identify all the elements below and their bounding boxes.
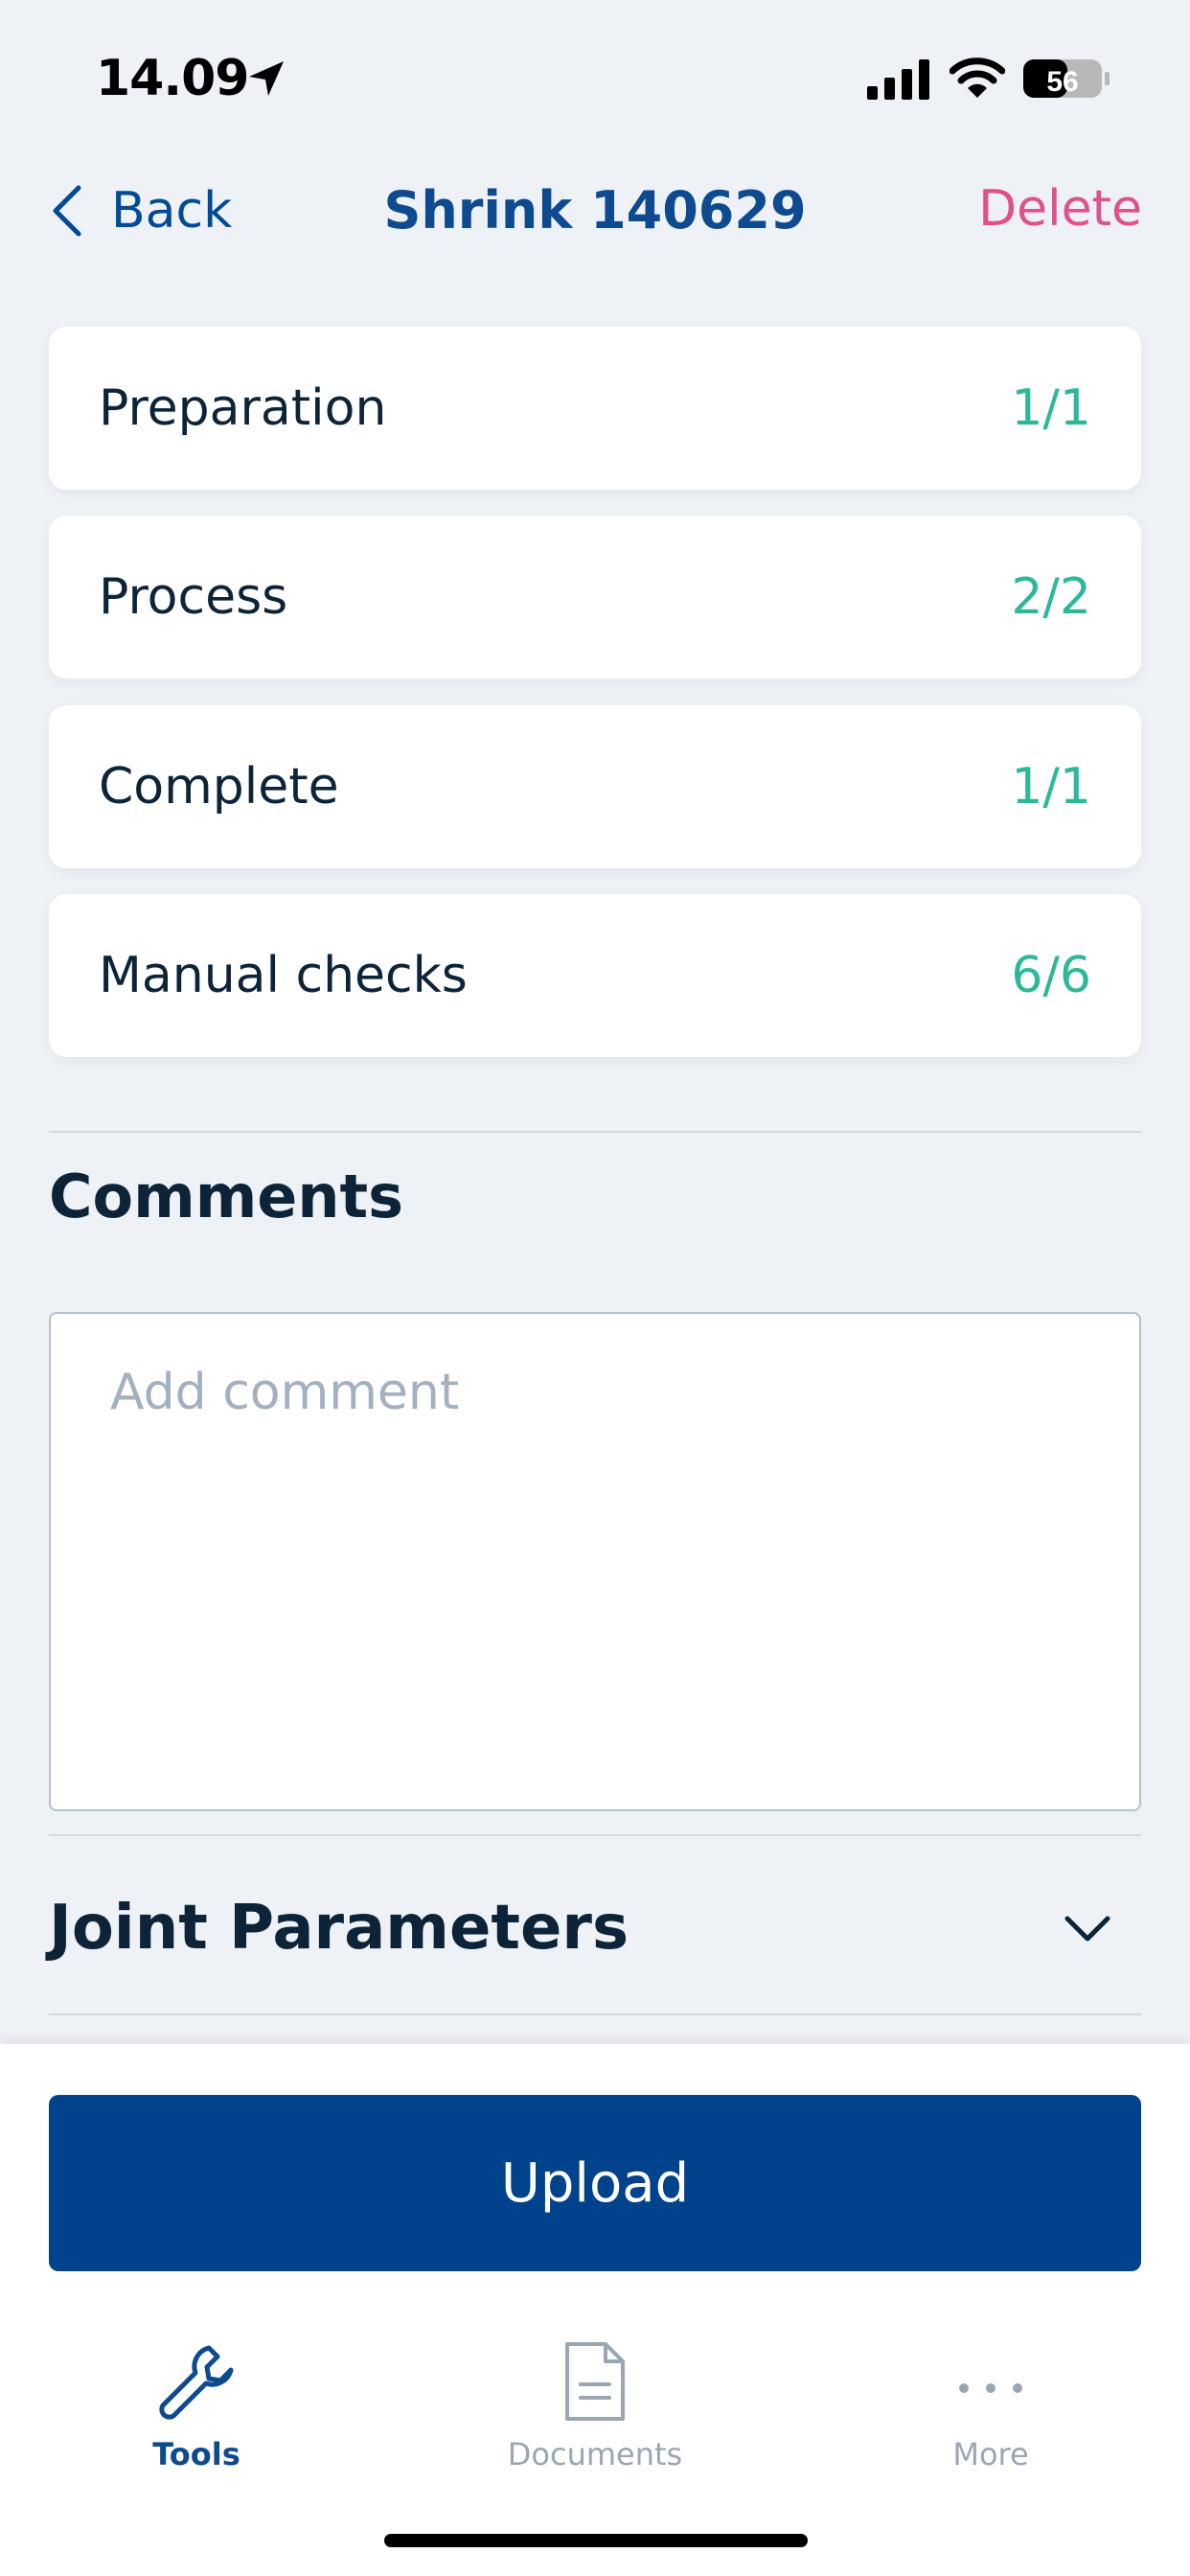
step-card-preparation[interactable]: Preparation 1/1 — [49, 327, 1141, 490]
document-icon — [565, 2342, 625, 2421]
more-dots-icon — [959, 2383, 1022, 2393]
status-bar: 14.09 56 — [0, 0, 1190, 153]
location-arrow-icon — [249, 61, 284, 96]
upload-button[interactable]: Upload — [49, 2095, 1141, 2271]
divider — [49, 2013, 1141, 2015]
tab-label: Tools — [152, 2436, 240, 2472]
divider — [49, 1834, 1141, 1836]
joint-parameters-toggle[interactable]: Joint Parameters — [0, 1840, 1190, 2012]
tab-label: More — [952, 2436, 1029, 2472]
chevron-down-icon — [1064, 1916, 1110, 1942]
tab-more[interactable]: More — [847, 2329, 1134, 2472]
status-time: 14.09 — [96, 50, 249, 107]
divider — [49, 1131, 1141, 1133]
step-label: Preparation — [99, 380, 387, 437]
battery-icon: 56 — [1023, 59, 1110, 98]
step-label: Manual checks — [99, 947, 468, 1004]
bottom-panel: Upload — [0, 2044, 1190, 2576]
comment-input[interactable] — [49, 1312, 1141, 1811]
wrench-icon — [159, 2345, 234, 2420]
step-count: 1/1 — [1011, 758, 1091, 816]
joint-parameters-title: Joint Parameters — [49, 1893, 629, 1964]
nav-bar: Back Shrink 140629 Delete — [0, 163, 1190, 259]
step-label: Process — [99, 568, 288, 626]
tab-tools[interactable]: Tools — [53, 2329, 340, 2472]
wifi-icon — [950, 58, 1005, 98]
step-count: 6/6 — [1011, 947, 1091, 1004]
cellular-signal-icon — [867, 59, 929, 100]
tab-documents[interactable]: Documents — [451, 2329, 739, 2472]
delete-button[interactable]: Delete — [978, 180, 1142, 238]
step-count: 1/1 — [1011, 380, 1091, 437]
step-card-complete[interactable]: Complete 1/1 — [49, 705, 1141, 868]
step-count: 2/2 — [1011, 568, 1091, 626]
step-label: Complete — [99, 758, 339, 816]
battery-level-text: 56 — [1046, 66, 1078, 98]
step-card-process[interactable]: Process 2/2 — [49, 516, 1141, 678]
tab-label: Documents — [507, 2436, 683, 2472]
home-indicator — [384, 2534, 808, 2547]
step-card-manual-checks[interactable]: Manual checks 6/6 — [49, 894, 1141, 1057]
comments-heading: Comments — [49, 1162, 404, 1231]
